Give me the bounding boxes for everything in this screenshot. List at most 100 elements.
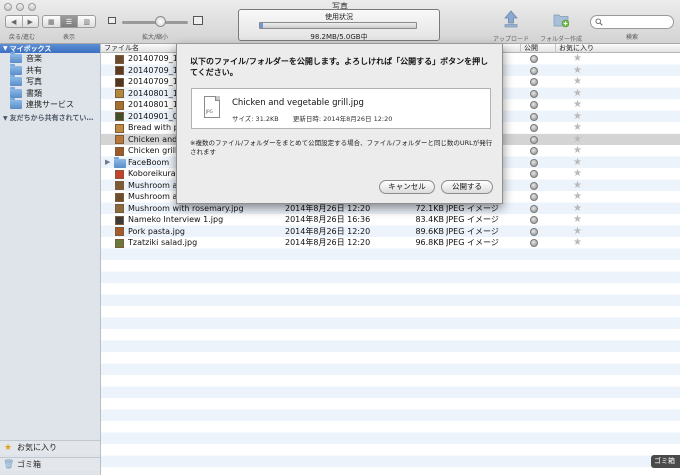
public-status-icon[interactable] <box>530 147 538 155</box>
folder-icon <box>10 98 22 110</box>
favorite-star-icon[interactable]: ★ <box>573 122 582 134</box>
trash-badge[interactable]: ゴミ箱 <box>651 455 680 468</box>
disclosure-down-icon: ▼ <box>3 114 8 122</box>
favorite-star-icon[interactable]: ★ <box>573 53 582 65</box>
file-name-cell: Mushroom with rosemary.jpg <box>128 203 244 213</box>
folder-icon <box>114 156 126 168</box>
public-status-icon[interactable] <box>530 135 538 144</box>
public-status-icon[interactable] <box>530 89 538 98</box>
table-row[interactable]: Mushroom with rosemary.jpg 2014年8月26日 12:… <box>101 203 680 215</box>
dialog-note: ※複数のファイル/フォルダーをまとめて公開設定する場合、ファイル/フォルダーと同… <box>190 139 493 156</box>
public-status-icon[interactable] <box>530 66 538 75</box>
folder-icon <box>10 52 22 64</box>
photo-thumbnail-icon <box>115 181 124 190</box>
file-date-cell: 2014年8月26日 12:20 <box>285 203 371 213</box>
view-segmented-control: ▦ ☰ ▥ <box>42 15 96 28</box>
photo-thumbnail-icon <box>115 66 124 75</box>
cancel-button[interactable]: キャンセル <box>379 180 435 194</box>
sidebar-item-trash[interactable]: 🗑 ゴミ箱 <box>0 457 100 471</box>
photo-thumbnail-icon <box>115 146 124 156</box>
search-input[interactable] <box>590 15 674 29</box>
small-image-icon <box>108 17 116 24</box>
table-row[interactable]: Pork pasta.jpg 2014年8月26日 12:20 89.6KB JPEG… <box>101 226 680 238</box>
zoom-slider-knob[interactable] <box>154 16 166 27</box>
favorite-star-icon[interactable]: ★ <box>573 111 582 123</box>
app-window: 写真 ◀ ▶ 戻る/進む ▦ ☰ ▥ 表示 拡大/縮小 使用状況 98.2MB/… <box>0 0 680 475</box>
favorite-star-icon[interactable]: ★ <box>573 180 582 192</box>
new-folder-button[interactable]: フォルダー作成 <box>537 10 585 43</box>
public-status-icon[interactable] <box>530 158 538 167</box>
dialog-file-name: Chicken and vegetable grill.jpg <box>232 98 364 108</box>
public-status-icon[interactable] <box>530 78 538 86</box>
public-status-icon[interactable] <box>530 101 538 109</box>
public-status-icon[interactable] <box>530 193 538 201</box>
sidebar-item-label: お気に入り <box>17 443 57 452</box>
dialog-file-date: 更新日時: 2014年8月26日 12:20 <box>292 115 393 123</box>
sidebar-item-documents[interactable]: 書類 <box>0 86 100 100</box>
public-status-icon[interactable] <box>530 216 538 224</box>
sidebar-item-label: 連携サービス <box>26 100 74 110</box>
publish-dialog: 以下のファイル/フォルダーを公開します。よろしければ「公開する」ボタンを押してく… <box>176 44 503 204</box>
column-header-public[interactable]: 公開 <box>520 44 555 53</box>
photo-thumbnail-icon <box>115 123 124 133</box>
nav-segmented-control: ◀ ▶ <box>5 15 39 28</box>
file-name-cell: Pork pasta.jpg <box>128 226 186 236</box>
sidebar-item-label: 音楽 <box>26 54 42 64</box>
publish-button[interactable]: 公開する <box>441 180 493 194</box>
favorite-star-icon[interactable]: ★ <box>573 134 582 146</box>
new-folder-icon <box>553 14 570 28</box>
sidebar-section-shared-from-friends[interactable]: ▼ 友だちから共有されてい… <box>0 114 100 123</box>
table-row[interactable]: Tzatziki salad.jpg 2014年8月26日 12:20 96.8KB… <box>101 237 680 249</box>
sidebar-item-label: ゴミ箱 <box>17 460 41 469</box>
favorite-star-icon[interactable]: ★ <box>573 76 582 88</box>
public-status-icon[interactable] <box>530 112 538 121</box>
favorite-star-icon[interactable]: ★ <box>573 191 582 203</box>
disclosure-right-icon[interactable]: ▶ <box>105 157 110 169</box>
public-status-icon[interactable] <box>530 170 538 178</box>
favorite-star-icon[interactable]: ★ <box>573 237 582 249</box>
sidebar-item-label: 共有 <box>26 65 42 75</box>
sidebar-item-music[interactable]: 音楽 <box>0 52 100 65</box>
favorite-star-icon[interactable]: ★ <box>573 99 582 111</box>
zoom-label: 拡大/縮小 <box>141 34 169 41</box>
usage-progress-fill <box>260 23 264 28</box>
new-folder-label: フォルダー作成 <box>539 36 582 43</box>
favorite-star-icon[interactable]: ★ <box>573 203 582 215</box>
sidebar-item-photos[interactable]: 写真 <box>0 75 100 88</box>
photo-thumbnail-icon <box>115 135 124 144</box>
forward-button[interactable]: ▶ <box>23 16 39 27</box>
back-button[interactable]: ◀ <box>6 16 23 27</box>
favorite-star-icon[interactable]: ★ <box>573 226 582 238</box>
file-size-cell: 96.8KB <box>415 238 444 247</box>
star-icon: ★ <box>3 442 13 453</box>
favorite-star-icon[interactable]: ★ <box>573 168 582 180</box>
photo-thumbnail-icon <box>115 204 124 213</box>
column-header-favorite[interactable]: お気に入り <box>555 44 680 53</box>
public-status-icon[interactable] <box>530 181 538 190</box>
photo-thumbnail-icon <box>115 100 124 110</box>
favorite-star-icon[interactable]: ★ <box>573 157 582 169</box>
sidebar-item-favorites[interactable]: ★ お気に入り <box>0 440 100 454</box>
public-status-icon[interactable] <box>530 204 538 213</box>
favorite-star-icon[interactable]: ★ <box>573 214 582 226</box>
photo-thumbnail-icon <box>115 215 124 225</box>
table-row[interactable]: Nameko Interview 1.jpg 2014年8月26日 16:36 83… <box>101 214 680 226</box>
large-image-icon <box>193 16 203 25</box>
favorite-star-icon[interactable]: ★ <box>573 65 582 77</box>
public-status-icon[interactable] <box>530 239 538 247</box>
file-kind-cell: JPEG イメージ <box>446 215 499 224</box>
view-list-button[interactable]: ☰ <box>60 16 79 27</box>
public-status-icon[interactable] <box>530 124 538 132</box>
photo-thumbnail-icon <box>115 227 124 236</box>
favorite-star-icon[interactable]: ★ <box>573 88 582 100</box>
view-column-button[interactable]: ▥ <box>78 16 95 27</box>
public-status-icon[interactable] <box>530 227 538 236</box>
sidebar-item-shared[interactable]: 共有 <box>0 63 100 77</box>
sidebar-item-linked-services[interactable]: 連携サービス <box>0 98 100 111</box>
public-status-icon[interactable] <box>530 55 538 63</box>
upload-button[interactable]: アップロード <box>487 10 535 43</box>
sidebar-section-my-box[interactable]: ▼ マイボックス <box>0 44 100 53</box>
list-view-icon: ☰ <box>65 17 73 26</box>
favorite-star-icon[interactable]: ★ <box>573 145 582 157</box>
view-icon-button[interactable]: ▦ <box>43 16 61 27</box>
